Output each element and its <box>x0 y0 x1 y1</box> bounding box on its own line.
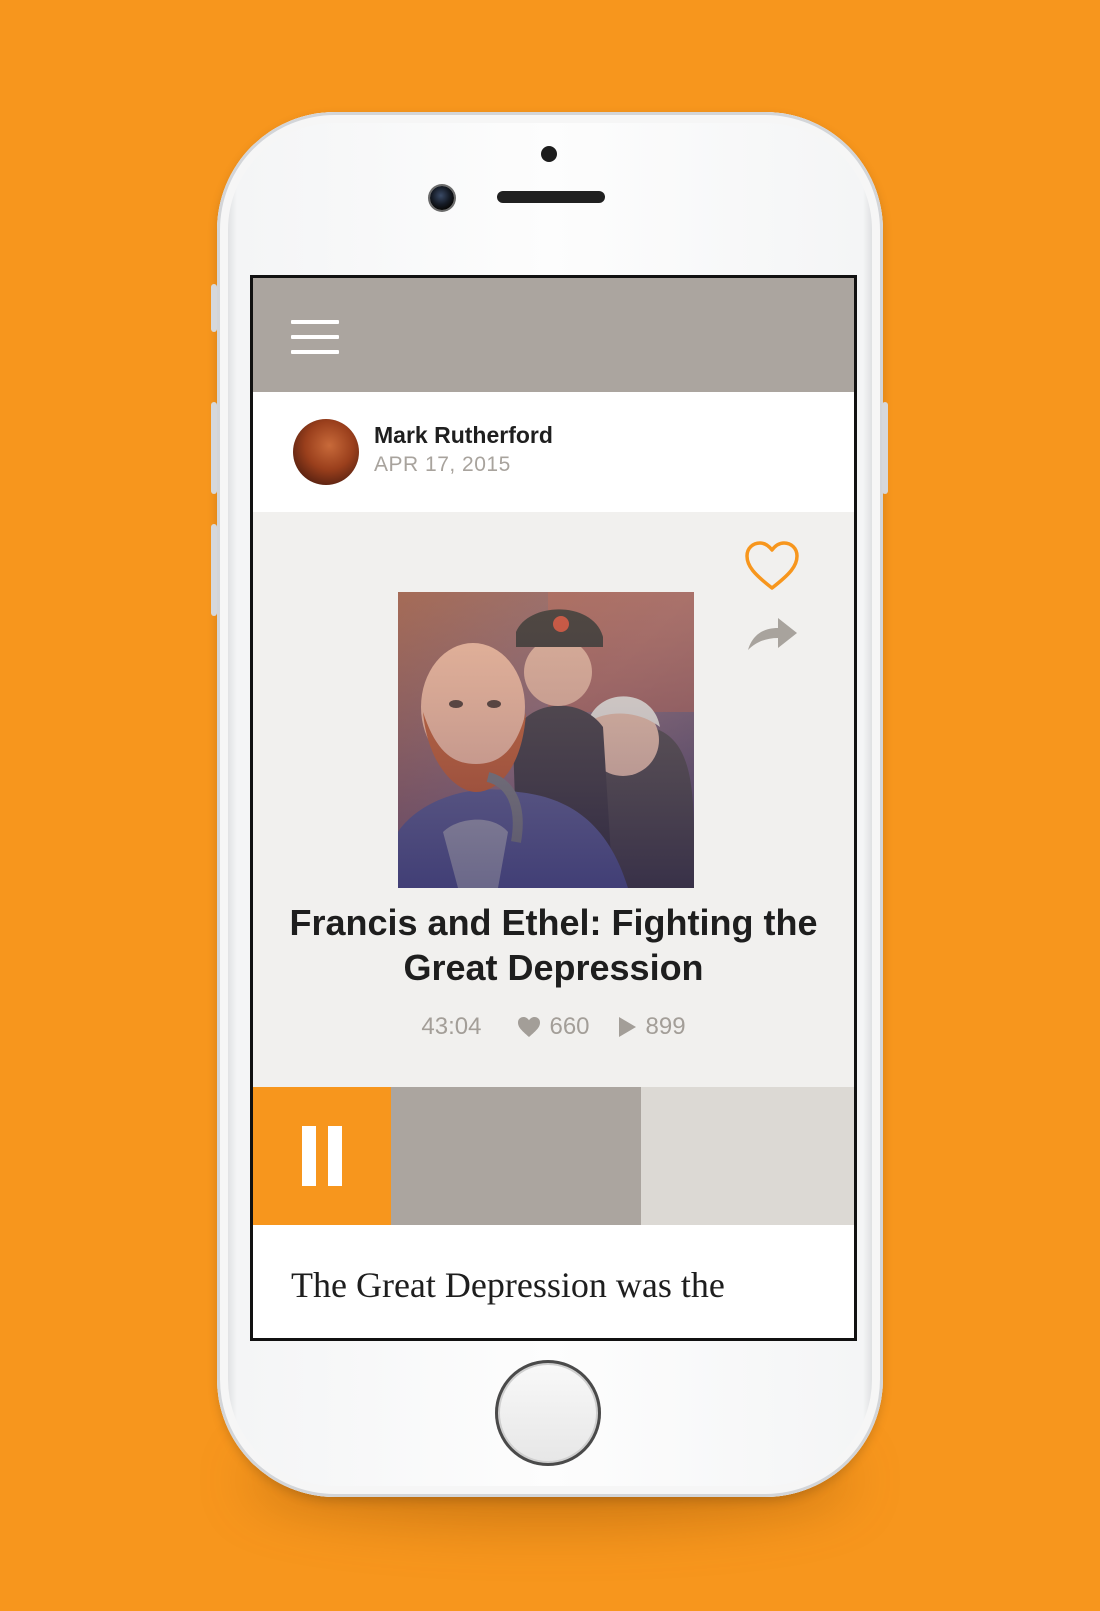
likes-count: 660 <box>549 1013 590 1040</box>
progress-bar[interactable] <box>391 1087 854 1225</box>
front-camera <box>430 186 454 210</box>
story-stats: 43:04 660 899 <box>253 1012 854 1042</box>
home-button[interactable] <box>495 1360 601 1466</box>
mute-switch <box>211 284 217 332</box>
app-screen: Mark Rutherford APR 17, 2015 Francis and… <box>250 275 857 1341</box>
top-navigation-bar <box>253 278 854 392</box>
hamburger-menu-icon[interactable] <box>291 320 339 354</box>
avatar[interactable] <box>293 419 359 485</box>
earpiece-speaker <box>497 191 605 203</box>
photo-illustration <box>398 592 694 888</box>
author-name[interactable]: Mark Rutherford <box>374 422 553 449</box>
proximity-sensor <box>541 146 557 162</box>
power-button <box>882 402 888 494</box>
pause-icon <box>302 1126 316 1186</box>
plays-stat: 899 <box>616 1013 686 1041</box>
post-date: APR 17, 2015 <box>374 453 511 476</box>
duration: 43:04 <box>421 1013 482 1040</box>
story-title[interactable]: Francis and Ethel: Fighting the Great De… <box>283 900 824 990</box>
story-photo[interactable] <box>398 592 694 888</box>
audio-player <box>253 1087 854 1225</box>
plays-count: 899 <box>645 1013 686 1040</box>
likes-stat: 660 <box>517 1013 590 1041</box>
heart-outline-icon[interactable] <box>744 540 800 592</box>
story-card: Francis and Ethel: Fighting the Great De… <box>253 512 854 1087</box>
story-body-text: The Great Depression was the <box>291 1265 725 1305</box>
pause-button[interactable] <box>253 1087 391 1225</box>
play-triangle-icon <box>618 1017 636 1037</box>
author-header: Mark Rutherford APR 17, 2015 <box>253 392 854 512</box>
heart-icon <box>518 1017 541 1037</box>
share-arrow-icon[interactable] <box>744 614 800 654</box>
volume-up-button <box>211 402 217 494</box>
volume-down-button <box>211 524 217 616</box>
